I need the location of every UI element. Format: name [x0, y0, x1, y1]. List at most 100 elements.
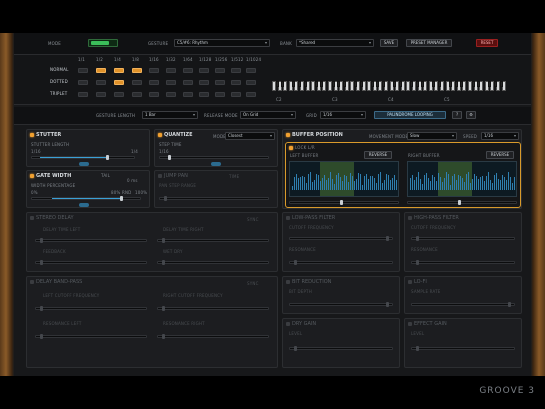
piano-key-black[interactable] [281, 81, 285, 87]
right-scroll-thumb[interactable] [458, 200, 461, 205]
piano-key-black[interactable] [471, 81, 475, 87]
piano-key-black[interactable] [381, 81, 385, 87]
movement-mode-dropdown[interactable]: Slow ▾ [407, 132, 457, 140]
quantize-mode-dropdown[interactable]: Closest ▾ [225, 132, 275, 140]
settings-button[interactable]: ⚙ [466, 111, 476, 119]
high-pass-resonance-slider[interactable] [411, 260, 515, 265]
slider-thumb[interactable] [386, 236, 389, 241]
piano-key-black[interactable] [415, 81, 419, 87]
piano-key-black[interactable] [297, 81, 301, 87]
division-step[interactable] [231, 68, 241, 73]
division-step[interactable] [149, 68, 159, 73]
piano-key-black[interactable] [331, 81, 335, 87]
left-cutoff-slider[interactable] [35, 306, 147, 311]
piano-key-black[interactable] [454, 81, 458, 87]
band-pass-power-led[interactable] [30, 279, 34, 284]
division-step[interactable] [114, 80, 124, 85]
feedback-slider[interactable] [35, 260, 147, 265]
piano-key-black[interactable] [393, 81, 397, 87]
effect-level-slider[interactable] [411, 346, 515, 351]
division-step[interactable] [114, 92, 124, 97]
piano-key-black[interactable] [303, 81, 307, 87]
save-button[interactable]: SAVE [380, 39, 398, 47]
piano-key-black[interactable] [342, 81, 346, 87]
stereo-delay-power-led[interactable] [30, 215, 34, 220]
buffer-power-led[interactable] [286, 132, 290, 137]
division-step[interactable] [215, 68, 225, 73]
division-step[interactable] [183, 92, 193, 97]
right-buffer-scroll[interactable] [407, 200, 517, 205]
lo-fi-power-led[interactable] [408, 279, 412, 284]
delay-time-right-slider[interactable] [157, 238, 269, 243]
low-pass-cutoff-slider[interactable] [289, 236, 393, 241]
gate-width-power-led[interactable] [30, 173, 34, 178]
division-step[interactable] [166, 92, 176, 97]
piano-key-black[interactable] [337, 81, 341, 87]
division-step[interactable] [246, 68, 256, 73]
piano-key-black[interactable] [370, 81, 374, 87]
stutter-random-toggle[interactable] [79, 162, 89, 166]
slider-thumb[interactable] [416, 346, 419, 351]
division-step[interactable] [199, 68, 209, 73]
piano-key-black[interactable] [449, 81, 453, 87]
division-step[interactable] [166, 80, 176, 85]
gesture-dropdown[interactable]: C5/#6: Rhythm ▾ [174, 39, 270, 47]
gate-random-toggle[interactable] [79, 203, 89, 207]
piano-key-black[interactable] [314, 81, 318, 87]
slider-thumb[interactable] [162, 260, 165, 265]
width-percentage-slider[interactable] [31, 196, 141, 201]
slider-thumb[interactable] [508, 302, 511, 307]
lock-lr-toggle[interactable]: LOCK L/R [289, 145, 315, 150]
division-step[interactable] [96, 80, 106, 85]
division-step[interactable] [215, 92, 225, 97]
division-step[interactable] [199, 80, 209, 85]
quantize-power-led[interactable] [158, 132, 162, 137]
piano-key-black[interactable] [499, 81, 503, 87]
slider-thumb[interactable] [294, 346, 297, 351]
piano-key-black[interactable] [376, 81, 380, 87]
piano-key-black[interactable] [398, 81, 402, 87]
left-reverse-button[interactable]: REVERSE [364, 151, 392, 159]
division-step[interactable] [231, 80, 241, 85]
piano-key-black[interactable] [460, 81, 464, 87]
quantize-random-toggle[interactable] [211, 162, 221, 166]
release-mode-dropdown[interactable]: On Grid ▾ [240, 111, 296, 119]
left-buffer-display[interactable] [289, 161, 399, 197]
division-step[interactable] [199, 92, 209, 97]
wet-dry-slider[interactable] [157, 260, 269, 265]
dry-gain-power-led[interactable] [286, 321, 290, 326]
piano-key-black[interactable] [488, 81, 492, 87]
piano-key-black[interactable] [292, 81, 296, 87]
division-step[interactable] [231, 92, 241, 97]
help-button[interactable]: ? [452, 111, 462, 119]
pan-thumb[interactable] [164, 196, 167, 201]
high-pass-cutoff-slider[interactable] [411, 236, 515, 241]
piano-key-black[interactable] [421, 81, 425, 87]
reset-button[interactable]: RESET [476, 39, 498, 47]
sample-rate-slider[interactable] [411, 302, 515, 307]
slider-thumb[interactable] [40, 260, 43, 265]
division-step[interactable] [215, 80, 225, 85]
high-pass-power-led[interactable] [408, 215, 412, 220]
slider-thumb[interactable] [162, 334, 165, 339]
dry-level-slider[interactable] [289, 346, 393, 351]
slider-thumb[interactable] [162, 306, 165, 311]
piano-key-black[interactable] [320, 81, 324, 87]
bank-dropdown[interactable]: *Shared ▾ [296, 39, 374, 47]
division-step[interactable] [132, 68, 142, 73]
piano-key-black[interactable] [432, 81, 436, 87]
slider-thumb[interactable] [294, 260, 297, 265]
speed-dropdown[interactable]: 1/16 ▾ [481, 132, 519, 140]
slider-thumb[interactable] [40, 306, 43, 311]
right-cutoff-slider[interactable] [157, 306, 269, 311]
piano-key-black[interactable] [359, 81, 363, 87]
piano-key-black[interactable] [353, 81, 357, 87]
piano-key-black[interactable] [275, 81, 279, 87]
piano-key-black[interactable] [437, 81, 441, 87]
division-step[interactable] [246, 92, 256, 97]
width-thumb[interactable] [120, 196, 123, 201]
left-scroll-thumb[interactable] [340, 200, 343, 205]
preset-manager-button[interactable]: PRESET MANAGER [406, 39, 452, 47]
piano-key-black[interactable] [477, 81, 481, 87]
slider-thumb[interactable] [416, 236, 419, 241]
